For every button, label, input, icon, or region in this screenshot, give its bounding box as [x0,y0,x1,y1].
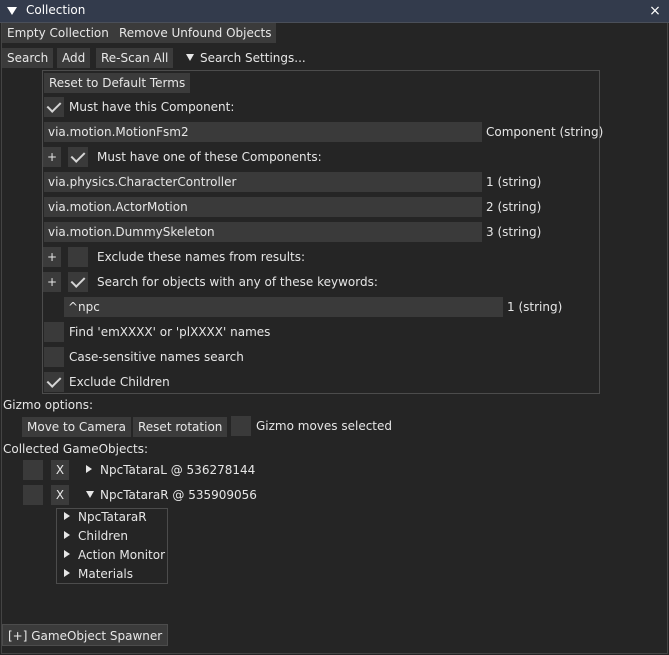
one-of-component-type-3: 3 (string) [486,225,542,239]
keyword-type-label: 1 (string) [507,300,563,314]
object-checkbox-1[interactable] [23,460,43,480]
child-node-label: NpcTataraR [78,510,147,524]
one-of-component-input-2[interactable]: via.motion.ActorMotion [44,197,482,217]
close-icon[interactable]: × [647,3,663,19]
one-of-components-label: Must have one of these Components: [97,150,322,164]
component-type-label: Component (string) [486,125,604,139]
reset-default-terms-button[interactable]: Reset to Default Terms [44,73,191,93]
exclude-names-label: Exclude these names from results: [97,250,306,264]
child-node-3[interactable]: Action Monitor [64,546,165,565]
must-have-component-label: Must have this Component: [69,100,235,114]
one-of-component-input-3[interactable]: via.motion.DummySkeleton [44,222,482,242]
chevron-right-icon [64,550,70,558]
reset-rotation-button[interactable]: Reset rotation [133,417,228,437]
search-settings-toggle[interactable]: Search Settings... [186,48,306,68]
window-title: Collection [26,3,86,17]
chevron-down-icon [186,54,194,61]
chevron-right-icon [86,465,92,473]
child-node-4[interactable]: Materials [64,565,133,584]
child-node-label: Action Monitor [78,548,166,562]
child-node-2[interactable]: Children [64,527,128,546]
gizmo-moves-selected-label: Gizmo moves selected [256,419,393,433]
object-name-1: NpcTataraL @ 536278144 [100,463,256,477]
add-exclude-name-button[interactable]: + [43,247,61,267]
add-keyword-button[interactable]: + [43,272,61,292]
add-button[interactable]: Add [57,48,91,68]
move-to-camera-button[interactable]: Move to Camera [22,417,131,437]
window-titlebar[interactable] [0,0,669,23]
chevron-right-icon [64,569,70,577]
component-input[interactable]: via.motion.MotionFsm2 [44,122,482,142]
search-settings-label: Search Settings... [200,51,306,65]
exclude-children-label: Exclude Children [69,375,170,389]
tree-node-object-2[interactable]: NpcTataraR @ 535909056 [86,485,257,505]
one-of-component-input-1[interactable]: via.physics.CharacterController [44,172,482,192]
collapse-icon[interactable] [7,7,17,15]
object-checkbox-2[interactable] [23,485,43,505]
exclude-names-checkbox[interactable] [68,247,88,267]
keyword-input[interactable]: ^npc [64,297,503,317]
remove-object-button-1[interactable]: X [51,460,69,480]
one-of-components-checkbox[interactable] [68,147,88,167]
child-node-label: Materials [78,567,134,581]
must-have-component-checkbox[interactable] [44,97,64,117]
collected-title: Collected GameObjects: [3,442,148,456]
search-button[interactable]: Search [2,48,54,68]
gameobject-spawner-button[interactable]: [+] GameObject Spawner [2,624,169,646]
exclude-children-checkbox[interactable] [44,372,64,392]
rescan-all-button[interactable]: Re-Scan All [96,48,174,68]
find-em-names-checkbox[interactable] [44,322,64,342]
child-node-1[interactable]: NpcTataraR [64,508,147,527]
remove-object-button-2[interactable]: X [51,485,69,505]
tree-node-object-1[interactable]: NpcTataraL @ 536278144 [86,460,255,480]
one-of-component-type-1: 1 (string) [486,175,542,189]
add-one-of-component-button[interactable]: + [43,147,61,167]
object-name-2: NpcTataraR @ 535909056 [100,488,257,502]
child-node-label: Children [78,529,128,543]
keywords-checkbox[interactable] [68,272,88,292]
gizmo-options-title: Gizmo options: [3,398,94,412]
empty-collection-button[interactable]: Empty Collection [2,23,114,43]
remove-unfound-button[interactable]: Remove Unfound Objects [114,23,277,43]
chevron-right-icon [64,531,70,539]
keywords-label: Search for objects with any of these key… [97,275,378,289]
chevron-down-icon [86,491,94,498]
find-em-names-label: Find 'emXXXX' or 'plXXXX' names [69,325,271,339]
chevron-right-icon [64,512,70,520]
case-sensitive-checkbox[interactable] [44,347,64,367]
case-sensitive-label: Case-sensitive names search [69,350,244,364]
gizmo-moves-selected-checkbox[interactable] [231,416,251,436]
one-of-component-type-2: 2 (string) [486,200,542,214]
